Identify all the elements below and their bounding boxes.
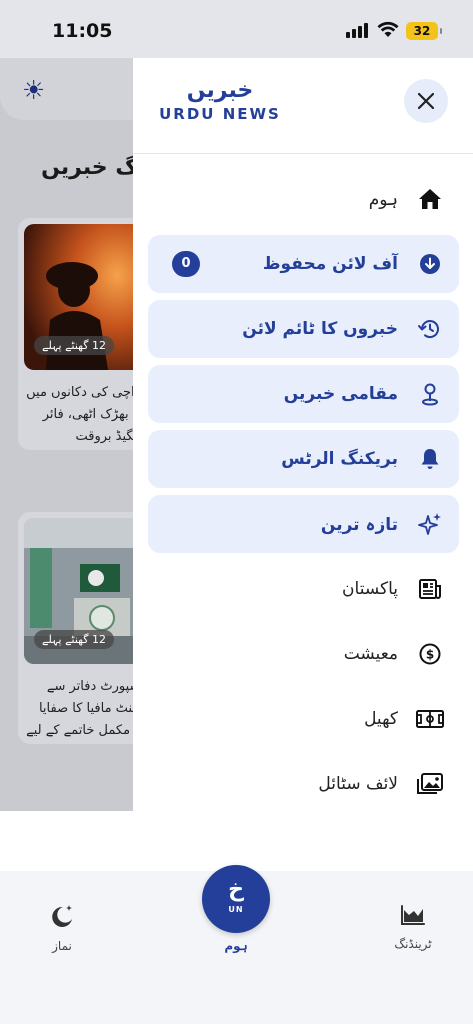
- home-icon: [416, 185, 444, 213]
- menu-item-economy[interactable]: معیشت $: [148, 625, 459, 683]
- dollar-icon: $: [416, 640, 444, 668]
- menu-item-latest[interactable]: تازہ ترین: [148, 495, 459, 553]
- download-icon: [416, 250, 444, 278]
- brand-urdu: خبریں: [186, 78, 254, 103]
- home-logo-glyph: خ: [228, 877, 244, 902]
- sun-icon[interactable]: ☀: [22, 76, 45, 106]
- menu-item-lifestyle[interactable]: لائف سٹائل: [148, 755, 459, 813]
- drawer-header: خبریں URDU NEWS: [133, 58, 473, 154]
- tab-label: ٹرینڈنگ: [394, 937, 432, 951]
- menu-item-label: پاکستان: [342, 579, 398, 599]
- home-logo-sub: UN: [228, 905, 244, 914]
- menu-item-label: خبروں کا ٹائم لائن: [242, 319, 398, 339]
- drawer-menu: ہوم 0 آف لائن محفوظ خبروں کا ٹائم لائن م…: [148, 170, 459, 820]
- gallery-icon: [416, 770, 444, 798]
- brand-english: URDU NEWS: [159, 105, 281, 123]
- moon-icon: [52, 905, 72, 927]
- newspaper-icon: [416, 575, 444, 603]
- side-drawer: خبریں URDU NEWS ہوم 0 آف لائن محفوظ خبرو…: [133, 58, 473, 878]
- menu-item-label: لائف سٹائل: [318, 774, 398, 794]
- history-icon: [416, 315, 444, 343]
- menu-item-pakistan[interactable]: پاکستان: [148, 560, 459, 618]
- bottom-nav: نماز خ UN ہوم ٹرینڈنگ: [0, 865, 473, 1024]
- menu-item-breaking-alerts[interactable]: بریکنگ الرٹس: [148, 430, 459, 488]
- menu-item-label: آف لائن محفوظ: [262, 254, 398, 274]
- wifi-icon: [377, 21, 399, 37]
- location-icon: [416, 380, 444, 408]
- time-badge: 12 گھنٹے پہلے: [34, 630, 114, 649]
- menu-item-label: مقامی خبریں: [283, 384, 398, 404]
- bell-icon: [416, 445, 444, 473]
- close-button[interactable]: [404, 79, 448, 123]
- time-badge: 12 گھنٹے پہلے: [34, 336, 114, 355]
- home-button[interactable]: خ UN: [202, 865, 270, 933]
- menu-item-label: کھیل: [364, 709, 398, 729]
- menu-item-label: تازہ ترین: [320, 514, 398, 535]
- tab-label-home: ہوم: [224, 939, 248, 953]
- tab-label: نماز: [52, 939, 72, 953]
- menu-item-home[interactable]: ہوم: [148, 170, 459, 228]
- saved-count-badge: 0: [172, 251, 200, 277]
- card-headline: پاسپورٹ دفاتر سے ایجنٹ مافیا کا صفایا کے…: [26, 679, 148, 738]
- trending-icon: [401, 905, 425, 925]
- stadium-icon: [416, 705, 444, 733]
- menu-item-label: ہوم: [368, 189, 398, 210]
- signal-icon: [346, 23, 368, 38]
- svg-text:$: $: [426, 648, 434, 662]
- menu-item-offline-saved[interactable]: 0 آف لائن محفوظ: [148, 235, 459, 293]
- menu-item-sports[interactable]: کھیل: [148, 690, 459, 748]
- menu-item-local-news[interactable]: مقامی خبریں: [148, 365, 459, 423]
- brand-logo: خبریں URDU NEWS: [159, 78, 281, 124]
- tab-prayer[interactable]: نماز: [17, 903, 107, 953]
- status-time: 11:05: [52, 20, 113, 42]
- news-card[interactable]: 12 گھنٹے پہلے کراچی کی دکانوں میں آگ بھڑ…: [18, 218, 148, 450]
- tab-trending[interactable]: ٹرینڈنگ: [368, 903, 458, 951]
- sparkle-icon: [416, 510, 444, 538]
- menu-item-news-timeline[interactable]: خبروں کا ٹائم لائن: [148, 300, 459, 358]
- battery-icon: 32: [406, 22, 442, 40]
- menu-item-label: معیشت: [343, 644, 398, 664]
- news-card[interactable]: 12 گھنٹے پہلے پاسپورٹ دفاتر سے ایجنٹ ماف…: [18, 512, 148, 744]
- card-headline: کراچی کی دکانوں میں آگ بھڑک اٹھی، فائر ب…: [26, 385, 148, 444]
- menu-item-label: بریکنگ الرٹس: [281, 449, 398, 469]
- status-bar: 11:05 32: [0, 0, 473, 58]
- close-icon: [417, 92, 435, 110]
